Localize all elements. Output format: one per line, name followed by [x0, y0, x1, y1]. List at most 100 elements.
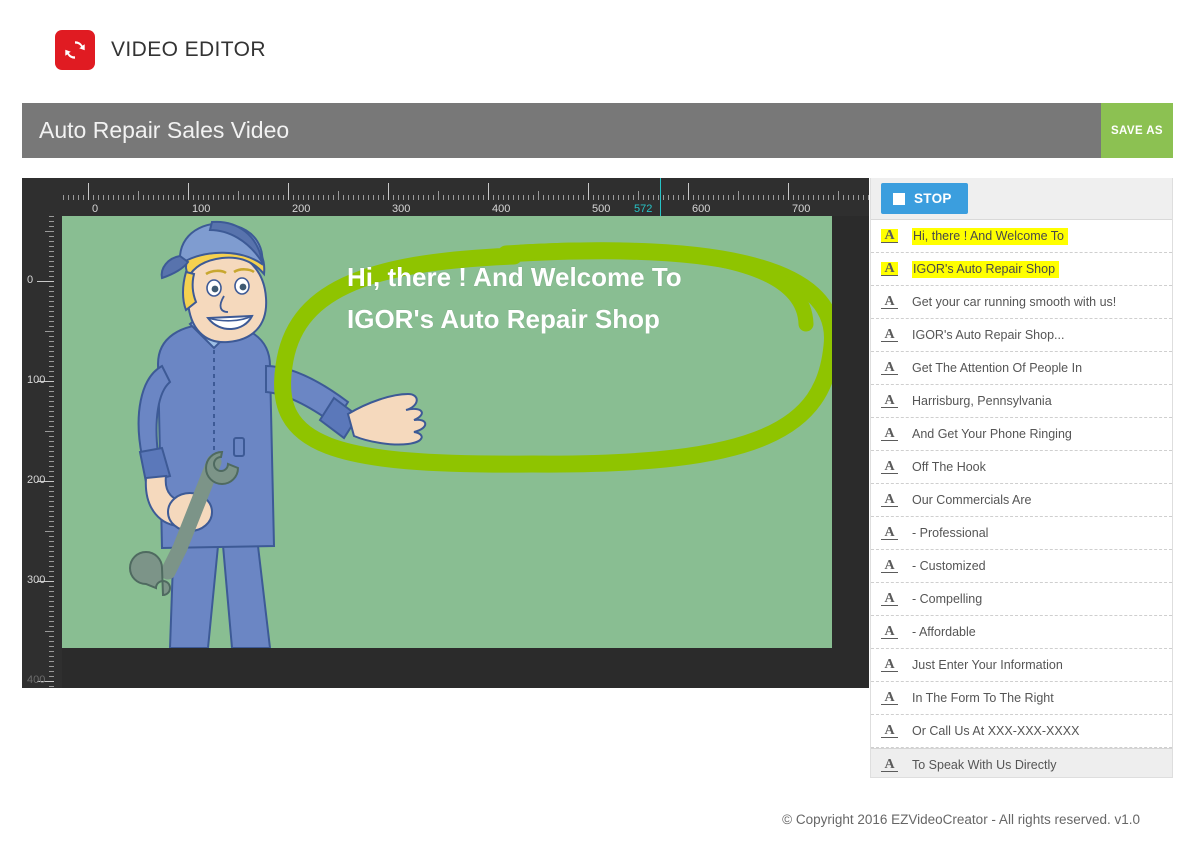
- ruler-tick: [49, 516, 54, 517]
- ruler-tick: [863, 195, 864, 200]
- clip-list-item[interactable]: A - Affordable: [871, 616, 1172, 649]
- ruler-tick: [403, 195, 404, 200]
- ruler-tick: [49, 636, 54, 637]
- ruler-tick: [528, 195, 529, 200]
- ruler-tick: [49, 621, 54, 622]
- ruler-tick: [378, 195, 379, 200]
- horizontal-ruler[interactable]: 0 100 200 300 400 500 600 700 572: [22, 178, 869, 216]
- ruler-tick: [488, 183, 489, 200]
- clip-list-item[interactable]: A Off The Hook: [871, 451, 1172, 484]
- ruler-tick: [208, 195, 209, 200]
- ruler-tick: [473, 195, 474, 200]
- ruler-tick: [49, 616, 54, 617]
- ruler-tick: [438, 191, 439, 200]
- ruler-tick: [688, 183, 689, 200]
- brand-logo-group[interactable]: VIDEO EDITOR: [55, 30, 266, 70]
- canvas-overlay-text: Hi, there ! And Welcome To IGOR's Auto R…: [347, 256, 807, 340]
- text-a-icon: A: [881, 724, 898, 738]
- ruler-label: 100: [192, 203, 211, 215]
- ruler-label: 400: [27, 674, 46, 686]
- clip-list[interactable]: A Hi, there ! And Welcome To A IGOR's Auto …: [871, 220, 1172, 777]
- clip-list-item[interactable]: A Get The Attention Of People In: [871, 352, 1172, 385]
- ruler-tick: [673, 195, 674, 200]
- overlay-line-1: Hi, there ! And Welcome To: [347, 262, 682, 292]
- ruler-tick: [49, 596, 54, 597]
- ruler-tick: [49, 301, 54, 302]
- clip-list-item[interactable]: A IGOR's Auto Repair Shop...: [871, 319, 1172, 352]
- ruler-tick: [468, 195, 469, 200]
- ruler-tick: [553, 195, 554, 200]
- ruler-tick: [49, 371, 54, 372]
- ruler-tick: [843, 195, 844, 200]
- ruler-tick: [373, 195, 374, 200]
- clip-list-item[interactable]: A And Get Your Phone Ringing: [871, 418, 1172, 451]
- clip-item-label: Get your car running smooth with us!: [912, 295, 1117, 309]
- ruler-tick: [49, 606, 54, 607]
- ruler-tick: [643, 195, 644, 200]
- ruler-tick: [49, 346, 54, 347]
- clip-list-item[interactable]: A - Compelling: [871, 583, 1172, 616]
- ruler-tick: [49, 401, 54, 402]
- ruler-tick: [49, 676, 54, 677]
- ruler-tick: [418, 195, 419, 200]
- clip-list-item[interactable]: A Just Enter Your Information: [871, 649, 1172, 682]
- ruler-tick: [158, 195, 159, 200]
- ruler-tick: [833, 195, 834, 200]
- clip-list-item[interactable]: A In The Form To The Right: [871, 682, 1172, 715]
- ruler-tick: [203, 195, 204, 200]
- clip-item-label: Just Enter Your Information: [912, 658, 1063, 672]
- ruler-tick: [703, 195, 704, 200]
- ruler-tick: [478, 195, 479, 200]
- ruler-tick: [63, 195, 64, 200]
- ruler-tick: [408, 195, 409, 200]
- ruler-tick: [778, 195, 779, 200]
- ruler-tick: [153, 195, 154, 200]
- ruler-tick: [49, 466, 54, 467]
- video-canvas[interactable]: Hi, there ! And Welcome To IGOR's Auto R…: [62, 216, 832, 648]
- ruler-tick: [503, 195, 504, 200]
- clip-panel: STOP A Hi, there ! And Welcome To A IGOR's …: [870, 178, 1173, 778]
- ruler-tick: [49, 216, 54, 217]
- clip-list-item[interactable]: A Or Call Us At XXX-XXX-XXXX: [871, 715, 1172, 748]
- text-a-icon: A: [881, 526, 898, 540]
- ruler-tick: [148, 195, 149, 200]
- stop-button[interactable]: STOP: [881, 183, 968, 214]
- ruler-tick: [178, 195, 179, 200]
- ruler-tick: [283, 195, 284, 200]
- ruler-tick: [523, 195, 524, 200]
- ruler-tick: [338, 191, 339, 200]
- clip-list-item[interactable]: A Harrisburg, Pennsylvania: [871, 385, 1172, 418]
- save-as-button[interactable]: SAVE AS: [1101, 103, 1173, 158]
- ruler-tick: [49, 501, 54, 502]
- clip-item-label: Hi, there ! And Welcome To: [912, 227, 1069, 245]
- clip-list-item[interactable]: A Hi, there ! And Welcome To: [871, 220, 1172, 253]
- text-a-icon: A: [881, 658, 898, 672]
- text-a-icon: A: [881, 758, 898, 772]
- ruler-tick: [49, 546, 54, 547]
- clip-list-item[interactable]: A - Professional: [871, 517, 1172, 550]
- ruler-label: 600: [692, 203, 711, 215]
- ruler-tick: [733, 195, 734, 200]
- ruler-tick: [728, 195, 729, 200]
- clip-list-item[interactable]: A - Customized: [871, 550, 1172, 583]
- ruler-tick: [113, 195, 114, 200]
- ruler-tick: [49, 506, 54, 507]
- ruler-tick: [718, 195, 719, 200]
- ruler-tick: [628, 195, 629, 200]
- clip-item-label: - Compelling: [912, 592, 983, 606]
- stop-button-label: STOP: [914, 191, 952, 206]
- brand-bar: VIDEO EDITOR: [0, 0, 1195, 100]
- ruler-tick: [243, 195, 244, 200]
- ruler-label: 400: [492, 203, 511, 215]
- clip-list-item[interactable]: A IGOR's Auto Repair Shop: [871, 253, 1172, 286]
- ruler-tick: [45, 431, 54, 432]
- ruler-tick: [193, 195, 194, 200]
- playhead-marker[interactable]: [660, 178, 661, 216]
- ruler-tick: [513, 195, 514, 200]
- ruler-tick: [648, 195, 649, 200]
- vertical-ruler[interactable]: 0 100 200 300 400: [22, 216, 62, 688]
- clip-list-item[interactable]: A Get your car running smooth with us!: [871, 286, 1172, 319]
- clip-list-item[interactable]: A Our Commercials Are: [871, 484, 1172, 517]
- ruler-tick: [49, 661, 54, 662]
- clip-list-item[interactable]: A To Speak With Us Directly: [871, 748, 1172, 777]
